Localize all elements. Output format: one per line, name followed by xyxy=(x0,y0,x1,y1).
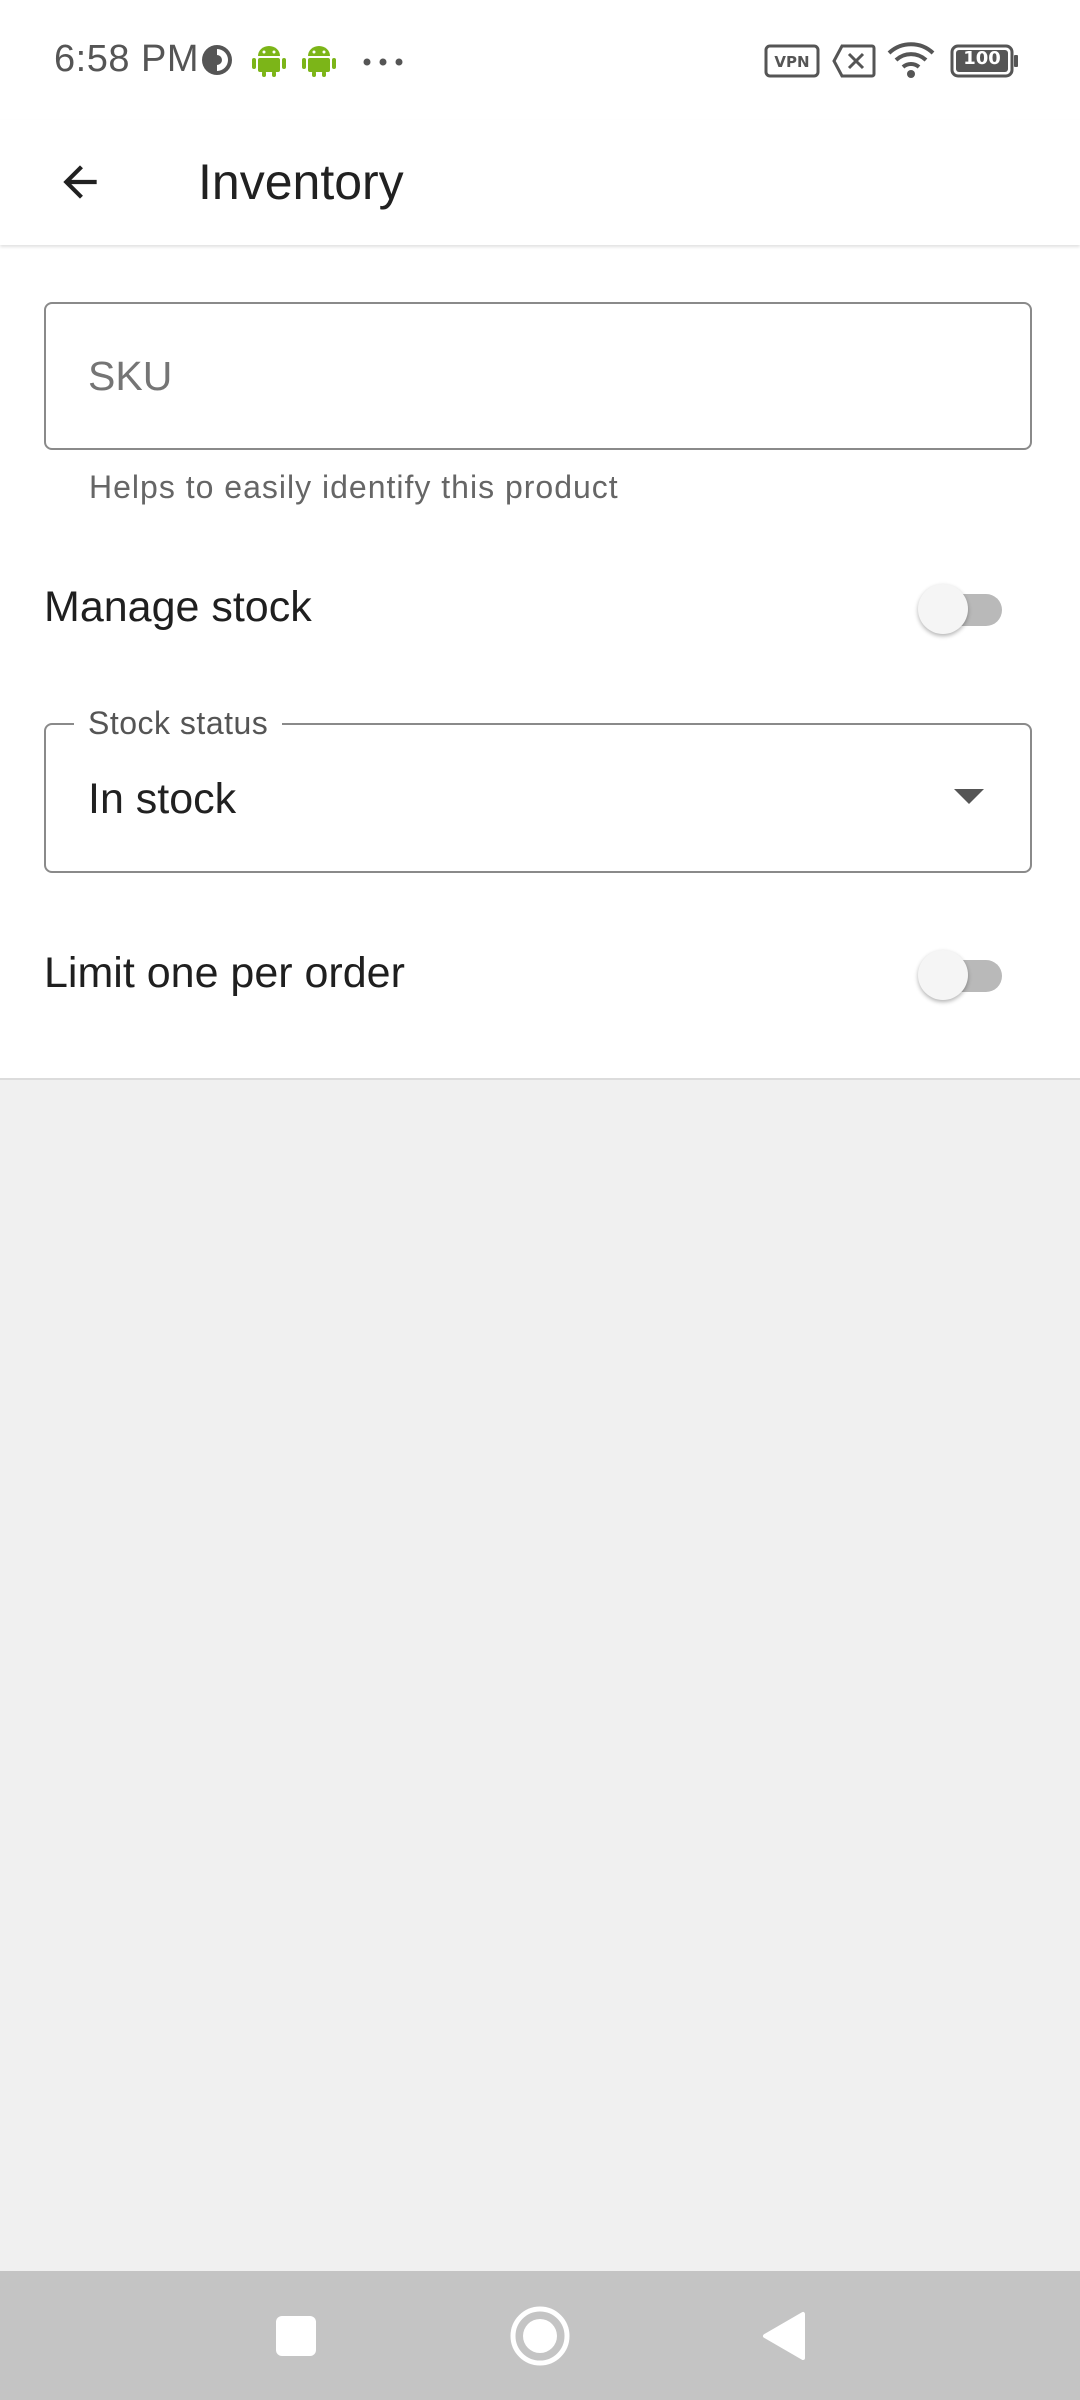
inventory-form: SKU Helps to easily identify this produc… xyxy=(0,245,1080,1080)
limit-one-per-order-toggle[interactable] xyxy=(918,944,1008,1004)
battery-level: 100 xyxy=(963,48,1001,69)
toggle-thumb xyxy=(918,584,968,634)
circle-icon xyxy=(510,2306,570,2365)
sku-input[interactable]: SKU xyxy=(44,302,1032,450)
recents-button[interactable] xyxy=(236,2271,356,2400)
status-time: 6:58 PM xyxy=(54,38,200,80)
wifi-icon xyxy=(886,40,936,85)
stock-status-dropdown[interactable]: In stock xyxy=(44,723,1032,873)
status-bar: 6:58 PM VPN 100 xyxy=(0,0,1080,120)
stock-status-value: In stock xyxy=(88,775,237,823)
vpn-icon: VPN xyxy=(764,44,820,83)
system-nav-bar xyxy=(0,2271,1080,2400)
no-sim-icon xyxy=(832,44,876,83)
page-title: Inventory xyxy=(198,154,404,210)
more-dots-icon xyxy=(362,54,404,72)
stock-status-label: Stock status xyxy=(74,705,283,741)
back-nav-button[interactable] xyxy=(724,2271,844,2400)
square-icon xyxy=(276,2315,316,2356)
svg-text:VPN: VPN xyxy=(774,53,809,71)
arrow-back-icon xyxy=(63,165,97,199)
sku-placeholder: SKU xyxy=(88,353,173,399)
limit-one-per-order-label: Limit one per order xyxy=(44,949,405,997)
data-saver-icon xyxy=(200,43,234,82)
app-bar: Inventory xyxy=(0,120,1080,245)
manage-stock-label: Manage stock xyxy=(44,583,312,631)
android-icon xyxy=(302,42,336,83)
toggle-thumb xyxy=(918,950,968,1000)
home-button[interactable] xyxy=(480,2271,600,2400)
android-icon xyxy=(252,42,286,83)
manage-stock-toggle[interactable] xyxy=(918,578,1008,638)
sku-helper-text: Helps to easily identify this product xyxy=(89,469,619,505)
triangle-back-icon xyxy=(763,2311,805,2360)
back-button[interactable] xyxy=(40,142,120,222)
dropdown-arrow-icon xyxy=(954,789,984,804)
